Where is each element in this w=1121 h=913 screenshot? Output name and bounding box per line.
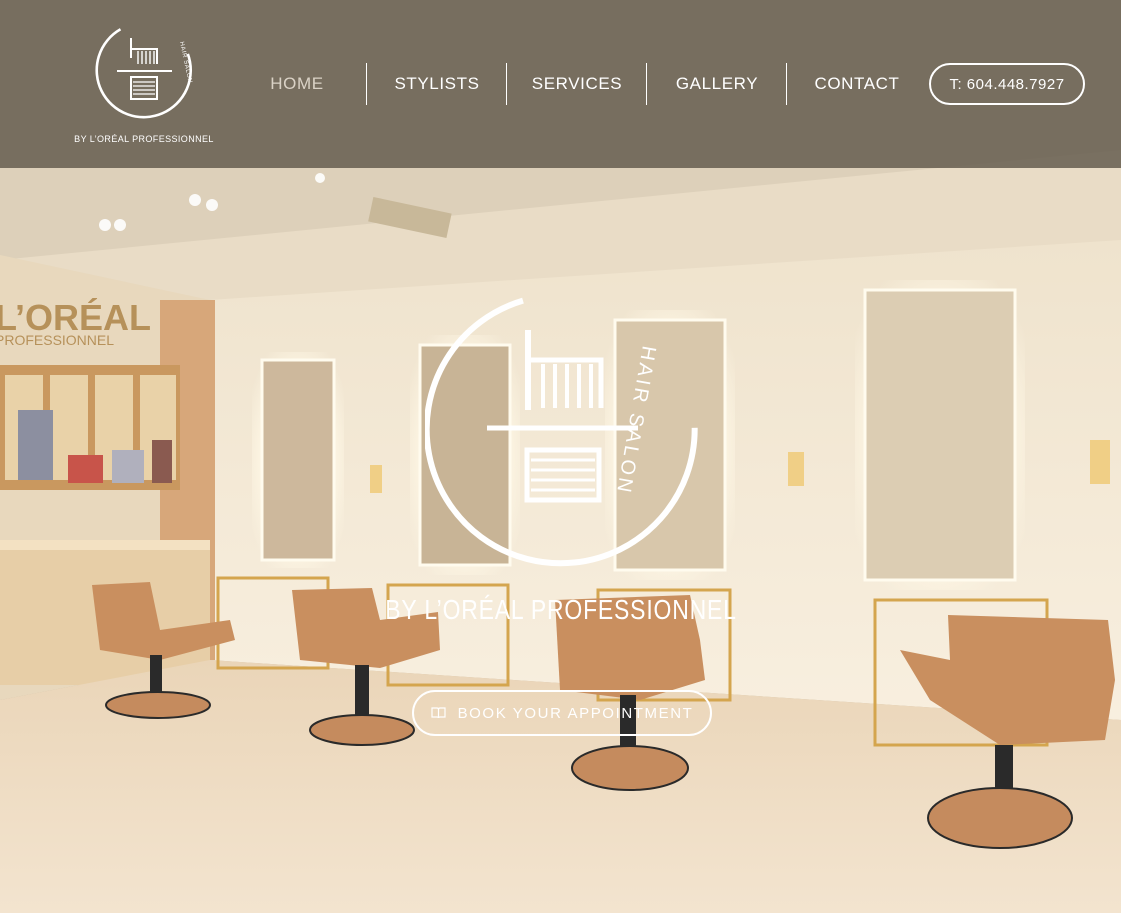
nav-label: SERVICES (531, 74, 623, 93)
hero-logo-icon: HAIR SALON (425, 297, 698, 567)
wall-sign-subtext: PROFESSIONNEL (0, 332, 114, 348)
nav-label: CONTACT (814, 74, 900, 93)
salon-logo-icon: HAIR SALON (95, 28, 193, 119)
phone-label: T: 604.448.7927 (949, 75, 1065, 93)
hero-subtitle: BY L’ORÉAL PROFESSIONNEL (385, 594, 737, 625)
nav-services[interactable]: SERVICES (506, 63, 647, 105)
nav-divider (366, 63, 367, 105)
nav-stylists[interactable]: STYLISTS (366, 63, 507, 105)
nav-gallery[interactable]: GALLERY (646, 63, 787, 105)
logo-subtitle: BY L’ORÉAL PROFESSIONNEL (74, 134, 214, 144)
hero-ring-text: HAIR SALON (612, 344, 660, 497)
nav-label: STYLISTS (394, 74, 480, 93)
nav-label: GALLERY (675, 74, 759, 93)
site-header: HAIR SALON BY L’ORÉAL PROFESSIONNEL HOME… (0, 0, 1121, 168)
nav-divider (786, 63, 787, 105)
nav-divider (506, 63, 507, 105)
phone-button[interactable]: T: 604.448.7927 (929, 63, 1085, 105)
nav-label: HOME (270, 74, 324, 93)
nav-contact[interactable]: CONTACT (786, 63, 927, 105)
book-appointment-label: BOOK YOUR APPOINTMENT (457, 704, 694, 722)
book-icon (430, 707, 446, 719)
nav-home[interactable]: HOME (227, 63, 367, 105)
nav-divider (646, 63, 647, 105)
site-logo[interactable]: HAIR SALON BY L’ORÉAL PROFESSIONNEL (74, 16, 214, 151)
book-appointment-button[interactable]: BOOK YOUR APPOINTMENT (412, 690, 712, 736)
main-nav: HOME STYLISTS SERVICES GALLERY CONTACT (227, 63, 927, 105)
